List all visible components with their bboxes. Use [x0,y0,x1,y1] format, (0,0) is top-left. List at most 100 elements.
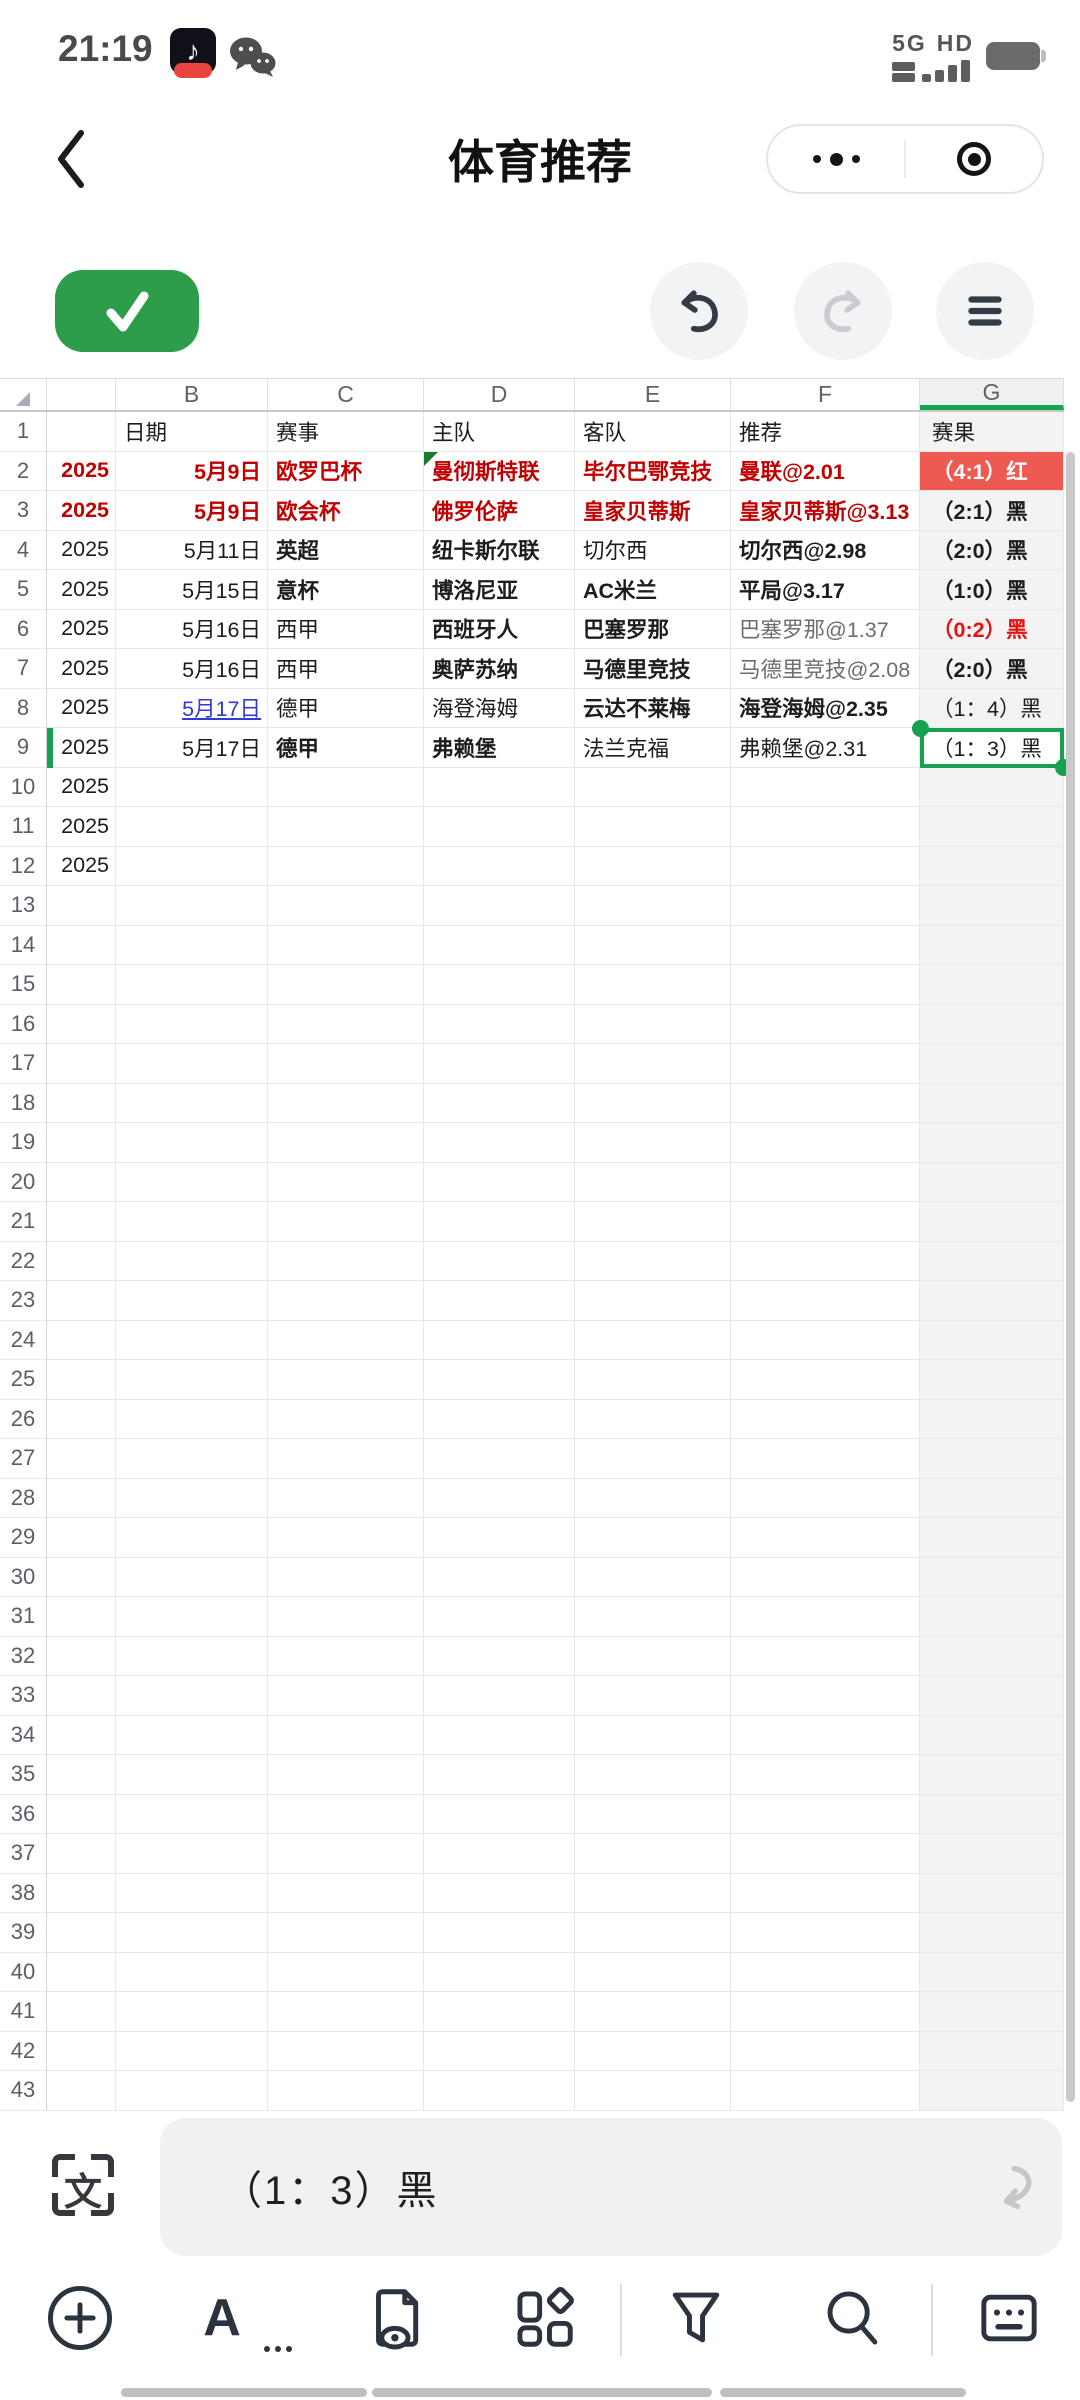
cell-D27[interactable] [424,1439,575,1479]
cell-C2[interactable]: 欧罗巴杯 [268,451,424,491]
row-header-27[interactable]: 27 [0,1439,47,1479]
cell-B2[interactable]: 5月9日 [116,451,268,491]
cell-F30[interactable] [731,1557,920,1597]
cell-F38[interactable] [731,1873,920,1913]
cell-A13[interactable] [47,886,116,926]
cell-C19[interactable] [268,1123,424,1163]
cell-D28[interactable] [424,1478,575,1518]
cell-G11[interactable] [920,807,1064,847]
cell-B19[interactable] [116,1123,268,1163]
cell-F8[interactable]: 海登海姆@2.35 [731,688,920,728]
redo-button[interactable] [794,262,892,360]
cell-D41[interactable] [424,1992,575,2032]
cell-D2[interactable]: 曼彻斯特联 [424,451,575,491]
row-header-13[interactable]: 13 [0,886,47,926]
row-header-23[interactable]: 23 [0,1281,47,1321]
cell-B7[interactable]: 5月16日 [116,649,268,689]
cell-F16[interactable] [731,1004,920,1044]
cell-F21[interactable] [731,1202,920,1242]
cell-D15[interactable] [424,965,575,1005]
cell-A37[interactable] [47,1834,116,1874]
cell-A33[interactable] [47,1676,116,1716]
cell-E32[interactable] [575,1636,731,1676]
row-header-29[interactable]: 29 [0,1518,47,1558]
row-header-7[interactable]: 7 [0,649,47,689]
cell-B21[interactable] [116,1202,268,1242]
cell-E36[interactable] [575,1794,731,1834]
cell-G34[interactable] [920,1715,1064,1755]
row-header-24[interactable]: 24 [0,1320,47,1360]
cell-G32[interactable] [920,1636,1064,1676]
cell-D1[interactable]: 主队 [424,412,575,452]
cell-E1[interactable]: 客队 [575,412,731,452]
cell-B43[interactable] [116,2071,268,2111]
cell-B26[interactable] [116,1399,268,1439]
cell-F23[interactable] [731,1281,920,1321]
cell-G4[interactable]: （2:0）黑 [920,530,1064,570]
row-header-21[interactable]: 21 [0,1202,47,1242]
cell-F40[interactable] [731,1952,920,1992]
cell-B38[interactable] [116,1873,268,1913]
undo-button[interactable] [650,262,748,360]
cell-G8[interactable]: （1：4）黑 [920,688,1064,728]
column-header-A[interactable] [47,379,116,410]
cell-A16[interactable] [47,1004,116,1044]
cell-C42[interactable] [268,2031,424,2071]
row-header-22[interactable]: 22 [0,1241,47,1281]
cell-E22[interactable] [575,1241,731,1281]
cell-F1[interactable]: 推荐 [731,412,920,452]
cell-C13[interactable] [268,886,424,926]
cell-C40[interactable] [268,1952,424,1992]
cell-F22[interactable] [731,1241,920,1281]
cell-D42[interactable] [424,2031,575,2071]
row-header-1[interactable]: 1 [0,412,47,452]
cell-F14[interactable] [731,925,920,965]
cell-E29[interactable] [575,1518,731,1558]
row-header-18[interactable]: 18 [0,1083,47,1123]
cell-B31[interactable] [116,1597,268,1637]
cell-E14[interactable] [575,925,731,965]
cell-C8[interactable]: 德甲 [268,688,424,728]
cell-E17[interactable] [575,1044,731,1084]
cell-E8[interactable]: 云达不莱梅 [575,688,731,728]
cell-D24[interactable] [424,1320,575,1360]
cell-B41[interactable] [116,1992,268,2032]
cell-G24[interactable] [920,1320,1064,1360]
cell-F4[interactable]: 切尔西@2.98 [731,530,920,570]
cell-A19[interactable] [47,1123,116,1163]
cell-G13[interactable] [920,886,1064,926]
add-button[interactable] [44,2282,116,2354]
cell-D21[interactable] [424,1202,575,1242]
vertical-scrollbar[interactable] [1066,452,1075,2102]
filter-button[interactable] [660,2282,732,2354]
row-header-35[interactable]: 35 [0,1755,47,1795]
cell-E35[interactable] [575,1755,731,1795]
cell-E18[interactable] [575,1083,731,1123]
cell-F28[interactable] [731,1478,920,1518]
cell-G40[interactable] [920,1952,1064,1992]
cell-G30[interactable] [920,1557,1064,1597]
cell-E38[interactable] [575,1873,731,1913]
cell-B13[interactable] [116,886,268,926]
cell-E21[interactable] [575,1202,731,1242]
row-header-36[interactable]: 36 [0,1794,47,1834]
cell-G27[interactable] [920,1439,1064,1479]
cell-D31[interactable] [424,1597,575,1637]
cell-D16[interactable] [424,1004,575,1044]
cell-B16[interactable] [116,1004,268,1044]
cell-B12[interactable] [116,846,268,886]
cell-C28[interactable] [268,1478,424,1518]
cell-D14[interactable] [424,925,575,965]
cell-F32[interactable] [731,1636,920,1676]
cell-D25[interactable] [424,1360,575,1400]
row-header-42[interactable]: 42 [0,2031,47,2071]
cell-B3[interactable]: 5月9日 [116,491,268,531]
cell-A31[interactable] [47,1597,116,1637]
row-header-31[interactable]: 31 [0,1597,47,1637]
cell-C20[interactable] [268,1162,424,1202]
cell-G5[interactable]: （1:0）黑 [920,570,1064,610]
row-header-6[interactable]: 6 [0,609,47,649]
cell-D11[interactable] [424,807,575,847]
cell-A38[interactable] [47,1873,116,1913]
cell-E39[interactable] [575,1913,731,1953]
